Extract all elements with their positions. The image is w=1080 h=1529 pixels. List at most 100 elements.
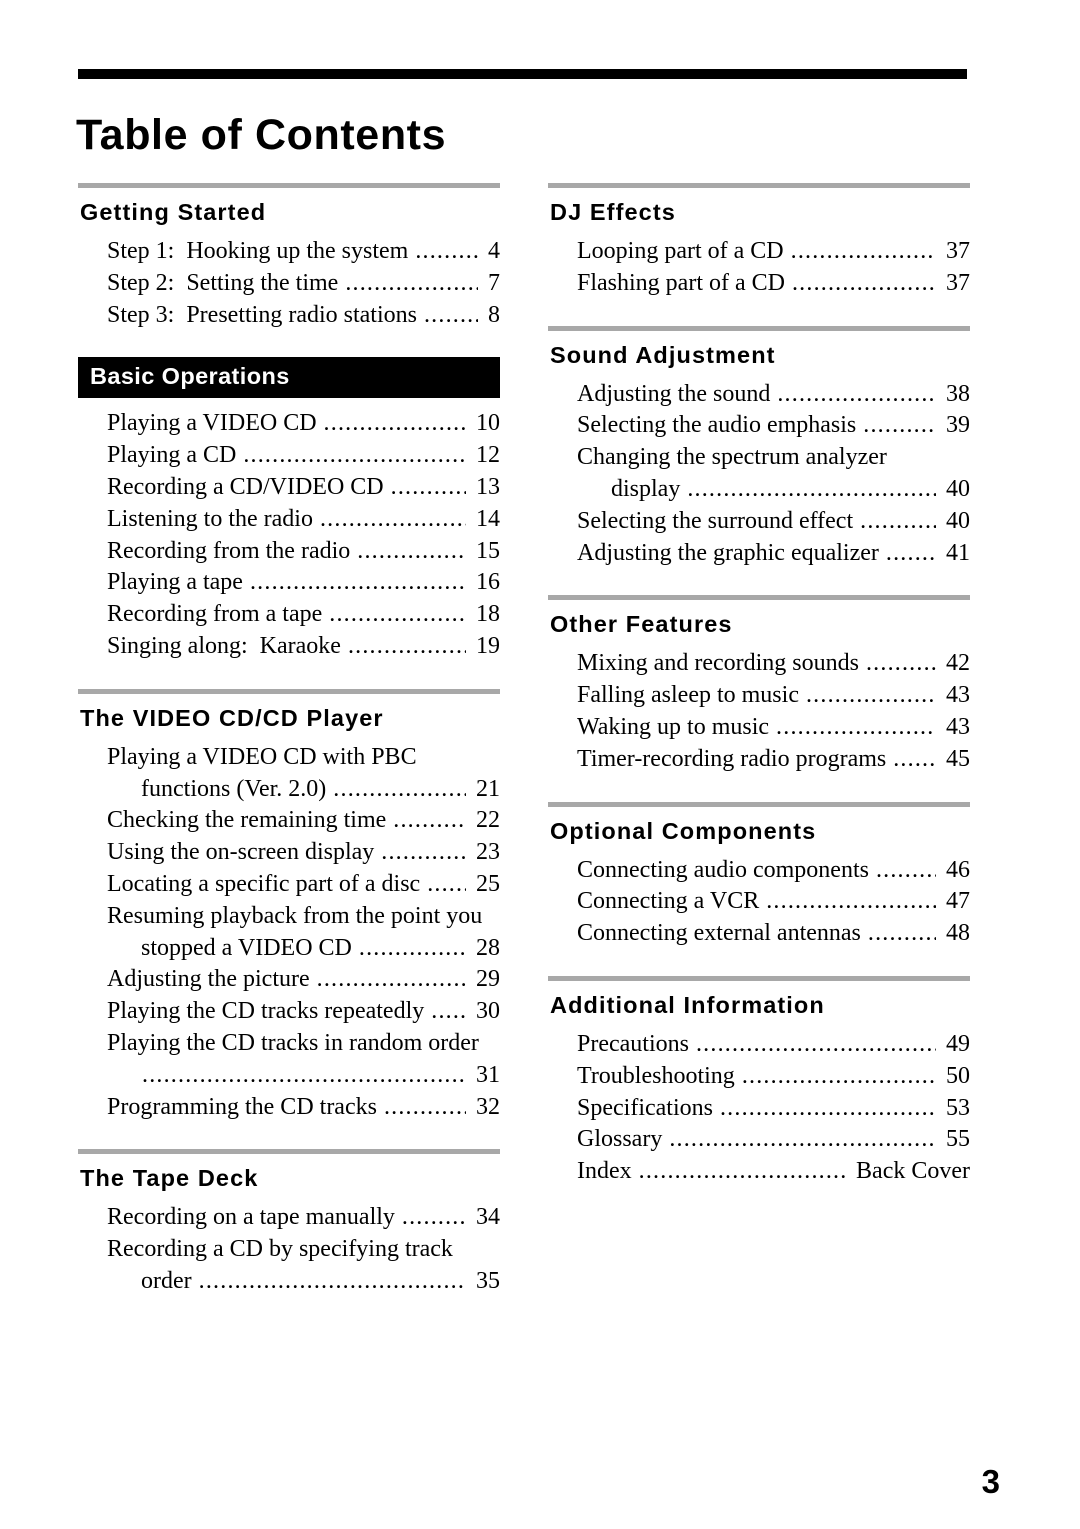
toc-entry[interactable]: Playing a VIDEO CD with PBC functions (Ve… <box>107 742 500 806</box>
toc-entry[interactable]: Singing along: Karaoke .................… <box>107 631 500 663</box>
toc-entry-page: 48 <box>940 920 970 947</box>
toc-entry-label: Recording a CD/VIDEO CD <box>107 474 390 501</box>
toc-entry[interactable]: Selecting the surround effect ..........… <box>577 506 970 538</box>
leader-dots: ........................................… <box>638 1158 846 1185</box>
toc-entry-page: 14 <box>470 505 500 532</box>
toc-entry[interactable]: Step 2: Setting the time ...............… <box>107 268 500 300</box>
toc-entry[interactable]: Step 1: Hooking up the system ..........… <box>107 236 500 268</box>
toc-entry[interactable]: Step 3: Presetting radio stations ......… <box>107 300 500 332</box>
toc-entry[interactable]: Changing the spectrum analyzer display ..… <box>577 442 970 506</box>
leader-dots: ........................................… <box>423 301 478 328</box>
toc-entry-page: 53 <box>940 1094 970 1121</box>
toc-entry[interactable]: Index ..................................… <box>577 1156 970 1188</box>
toc-entry-page: 31 <box>470 1061 500 1088</box>
toc-entry-row: Adjusting the graphic equalizer ........… <box>577 538 970 570</box>
toc-entry-list: Adjusting the sound ....................… <box>548 379 970 570</box>
toc-entry-list: Playing a VIDEO CD .....................… <box>78 408 500 662</box>
toc-entry-label: Connecting external antennas <box>577 920 867 947</box>
toc-entry-row: Playing a VIDEO CD .....................… <box>107 408 500 440</box>
toc-entry[interactable]: Timer-recording radio programs .........… <box>577 744 970 776</box>
toc-entry[interactable]: Mixing and recording sounds ............… <box>577 648 970 680</box>
leader-dots: ........................................… <box>383 1093 466 1120</box>
toc-entry-row: stopped a VIDEO CD .....................… <box>107 933 500 965</box>
toc-entry[interactable]: Playing the CD tracks in random order...… <box>107 1028 500 1092</box>
page: Table of Contents Getting Started Step 1:… <box>0 0 1080 1529</box>
toc-entry-row: Playing a CD ...........................… <box>107 440 500 472</box>
toc-entry[interactable]: Selecting the audio emphasis ...........… <box>577 410 970 442</box>
toc-entry[interactable]: Checking the remaining time ............… <box>107 805 500 837</box>
toc-entry[interactable]: Playing a tape .........................… <box>107 567 500 599</box>
toc-entry[interactable]: Recording a CD by specifying track order … <box>107 1234 500 1298</box>
toc-entry-page: 45 <box>940 745 970 772</box>
toc-entry[interactable]: Playing the CD tracks repeatedly .......… <box>107 996 500 1028</box>
toc-entry[interactable]: Locating a specific part of a disc .....… <box>107 869 500 901</box>
toc-entry[interactable]: Using the on-screen display ............… <box>107 837 500 869</box>
toc-entry-label: Recording on a tape manually <box>107 1204 401 1231</box>
toc-entry[interactable]: Programming the CD tracks ..............… <box>107 1092 500 1124</box>
toc-entry[interactable]: Recording from a tape ..................… <box>107 599 500 631</box>
toc-entry-page: 25 <box>470 871 500 897</box>
toc-entry-label: functions (Ver. 2.0) <box>141 775 333 802</box>
toc-entry[interactable]: Specifications .........................… <box>577 1093 970 1125</box>
section-heading: The VIDEO CD/CD Player <box>80 704 384 731</box>
toc-entry-label: Resuming playback from the point you <box>107 902 483 929</box>
toc-section: Getting Started Step 1: Hooking up the sy… <box>78 183 500 331</box>
toc-entry[interactable]: Resuming playback from the point you stop… <box>107 901 500 965</box>
leader-dots: ........................................… <box>329 601 466 628</box>
toc-entry[interactable]: Adjusting the sound ....................… <box>577 379 970 411</box>
leader-dots: ........................................… <box>791 269 936 296</box>
leader-dots: ........................................… <box>381 839 466 866</box>
toc-entry-page: 8 <box>482 301 500 328</box>
leader-dots: ........................................… <box>249 569 466 596</box>
toc-entry-row: Mixing and recording sounds ............… <box>577 648 970 680</box>
page-title: Table of Contents <box>76 110 447 159</box>
toc-entry-page: 41 <box>940 539 970 566</box>
toc-entry[interactable]: Adjusting the picture ..................… <box>107 964 500 996</box>
toc-entry-page: 37 <box>940 269 970 296</box>
toc-entry-row: ........................................… <box>107 1060 500 1092</box>
toc-entry[interactable]: Playing a CD ...........................… <box>107 440 500 472</box>
leader-dots: ........................................… <box>695 1031 936 1058</box>
toc-entry-row: Looping part of a CD ...................… <box>577 236 970 268</box>
toc-entry-page: 12 <box>470 442 500 469</box>
toc-entry-row: Troubleshooting ........................… <box>577 1061 970 1093</box>
toc-entry-row: Programming the CD tracks ..............… <box>107 1092 500 1124</box>
toc-entry[interactable]: Playing a VIDEO CD .....................… <box>107 408 500 440</box>
toc-entry[interactable]: Connecting a VCR .......................… <box>577 886 970 918</box>
toc-entry[interactable]: Recording from the radio ...............… <box>107 536 500 568</box>
toc-entry[interactable]: Recording on a tape manually ...........… <box>107 1202 500 1234</box>
toc-entry[interactable]: Waking up to music .....................… <box>577 712 970 744</box>
section-heading: Sound Adjustment <box>550 341 776 368</box>
toc-entry[interactable]: Adjusting the graphic equalizer ........… <box>577 538 970 570</box>
toc-entry[interactable]: Falling asleep to music ................… <box>577 680 970 712</box>
toc-entry-row: Step 3: Presetting radio stations ......… <box>107 300 500 332</box>
toc-entry-label: stopped a VIDEO CD <box>141 934 358 961</box>
toc-entry-label: Recording from the radio <box>107 537 357 564</box>
toc-entry-row: Locating a specific part of a disc .....… <box>107 869 500 901</box>
toc-entry-page: 40 <box>940 476 970 503</box>
toc-entry[interactable]: Connecting audio components ............… <box>577 855 970 887</box>
toc-entry[interactable]: Recording a CD/VIDEO CD ................… <box>107 472 500 504</box>
toc-entry[interactable]: Glossary ...............................… <box>577 1124 970 1156</box>
toc-entry-page: 4 <box>482 238 500 265</box>
toc-entry[interactable]: Looping part of a CD ...................… <box>577 236 970 268</box>
column-right: DJ Effects Looping part of a CD .........… <box>548 183 970 1188</box>
toc-entry-label: Listening to the radio <box>107 505 319 532</box>
toc-entry[interactable]: Precautions ............................… <box>577 1029 970 1061</box>
toc-entry[interactable]: Connecting external antennas ...........… <box>577 918 970 950</box>
toc-entry-page: 49 <box>940 1031 970 1058</box>
leader-dots: ........................................… <box>319 505 466 532</box>
toc-entry-row: Index ..................................… <box>577 1156 970 1188</box>
toc-entry-page: 40 <box>940 507 970 534</box>
leader-dots: ........................................… <box>860 507 936 534</box>
leader-dots: ........................................… <box>777 380 936 407</box>
leader-dots: ........................................… <box>198 1267 466 1294</box>
toc-entry[interactable]: Listening to the radio .................… <box>107 504 500 536</box>
toc-entry[interactable]: Troubleshooting ........................… <box>577 1061 970 1093</box>
toc-entry[interactable]: Flashing part of a CD ..................… <box>577 268 970 300</box>
toc-entry-page: 34 <box>470 1204 500 1231</box>
toc-entry-label: Connecting audio components <box>577 856 875 883</box>
toc-entry-label: Waking up to music <box>577 714 776 741</box>
toc-entry-page: 37 <box>940 238 970 265</box>
toc-entry-label: Troubleshooting <box>577 1062 741 1089</box>
